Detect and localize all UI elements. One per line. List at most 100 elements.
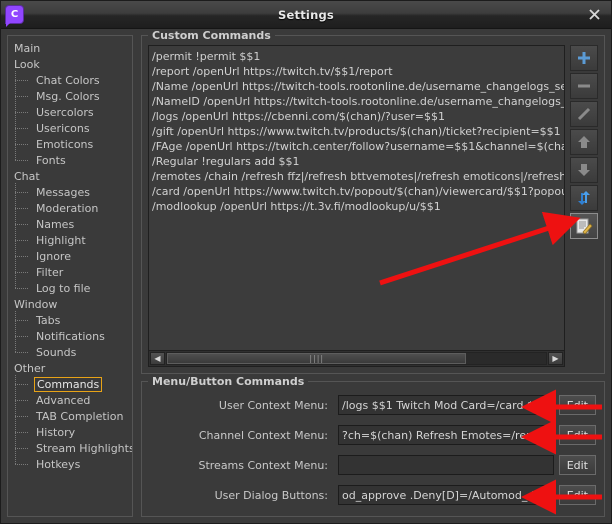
menu-command-row: User Context Menu: /logs $$1 Twitch Mod C…	[150, 394, 596, 416]
arrow-down-icon	[578, 164, 590, 176]
menu-command-edit-button[interactable]: Edit	[558, 395, 596, 415]
custom-commands-group: Custom Commands /permit !permit $$1/repo…	[141, 29, 605, 374]
sidebar-item-commands[interactable]: Commands	[8, 375, 132, 392]
sidebar-item-names[interactable]: Names	[8, 215, 132, 232]
custom-commands-list[interactable]: /permit !permit $$1/report /openUrl http…	[149, 46, 564, 350]
move-up-button[interactable]	[570, 129, 598, 155]
edit-command-button[interactable]	[570, 213, 598, 239]
menu-command-fields: User Context Menu: /logs $$1 Twitch Mod C…	[150, 394, 596, 506]
command-line[interactable]: /gift /openUrl https://www.twitch.tv/pro…	[152, 124, 564, 139]
scroll-left-icon[interactable]: ◀	[150, 352, 165, 365]
sidebar-item-msg-colors[interactable]: Msg. Colors	[8, 87, 132, 104]
sidebar-item-advanced[interactable]: Advanced	[8, 391, 132, 408]
sidebar-item-notifications[interactable]: Notifications	[8, 327, 132, 344]
tree-guide-icon	[12, 87, 34, 104]
scrollbar-thumb[interactable]: ||||	[167, 353, 467, 364]
sidebar-item-label: Usericons	[36, 121, 90, 135]
command-line[interactable]: /Name /openUrl https://twitch-tools.root…	[152, 79, 564, 94]
sidebar-item-usercolors[interactable]: Usercolors	[8, 103, 132, 120]
horizontal-scrollbar[interactable]: ◀ |||| ▶	[149, 350, 564, 366]
tree-guide-icon	[12, 391, 34, 408]
custom-commands-toolbar	[570, 45, 598, 367]
tree-guide-icon	[12, 455, 34, 472]
sidebar-item-ignore[interactable]: Ignore	[8, 247, 132, 264]
sidebar-item-hotkeys[interactable]: Hotkeys	[8, 455, 132, 472]
settings-body: Main Look Chat Colors Msg. Colors Usercolors…	[1, 29, 611, 523]
sidebar-item-chat[interactable]: Chat	[8, 168, 132, 184]
command-line[interactable]: /logs /openUrl https://cbenni.com/$(chan…	[152, 109, 564, 124]
remove-command-button[interactable]	[570, 73, 598, 99]
tree-guide-icon	[12, 151, 34, 168]
command-line[interactable]: /report /openUrl https://twitch.tv/$$1/r…	[152, 64, 564, 79]
sidebar-item-highlight[interactable]: Highlight	[8, 231, 132, 248]
command-line[interactable]: /NameID /openUrl https://twitch-tools.ro…	[152, 94, 564, 109]
sidebar-item-label: Ignore	[36, 249, 71, 263]
sidebar-item-label: Names	[36, 217, 75, 231]
menu-command-edit-button[interactable]: Edit	[558, 455, 596, 475]
tree-guide-icon	[12, 183, 34, 200]
scrollbar-track[interactable]: ||||	[166, 352, 547, 365]
menu-command-edit-button[interactable]: Edit	[558, 425, 596, 445]
tree-guide-icon	[12, 263, 34, 280]
sort-button[interactable]	[570, 185, 598, 211]
clear-command-button[interactable]	[570, 101, 598, 127]
menu-command-input[interactable]	[338, 455, 554, 475]
sidebar-item-history[interactable]: History	[8, 423, 132, 440]
move-down-button[interactable]	[570, 157, 598, 183]
tree-guide-icon	[12, 343, 34, 360]
command-line[interactable]: /FAge /openUrl https://twitch.center/fol…	[152, 139, 564, 154]
sidebar-item-window[interactable]: Window	[8, 296, 132, 312]
sidebar-item-label: Moderation	[36, 201, 99, 215]
sidebar-item-filter[interactable]: Filter	[8, 263, 132, 280]
sidebar-item-label: Highlight	[36, 233, 86, 247]
tree-guide-icon	[12, 71, 34, 88]
menu-button-commands-title: Menu/Button Commands	[148, 375, 309, 388]
sidebar-item-messages[interactable]: Messages	[8, 183, 132, 200]
command-line[interactable]: /card /openUrl https://www.twitch.tv/pop…	[152, 184, 564, 199]
sidebar-item-stream-highlights[interactable]: Stream Highlights	[8, 439, 132, 456]
slash-icon	[577, 107, 591, 121]
sidebar-item-main[interactable]: Main	[8, 40, 132, 56]
close-glyph	[588, 9, 600, 20]
sidebar-item-tabs[interactable]: Tabs	[8, 311, 132, 328]
command-line[interactable]: /modlookup /openUrl https://t.3v.fi/modl…	[152, 199, 564, 214]
sidebar-item-fonts[interactable]: Fonts	[8, 151, 132, 168]
sidebar-item-moderation[interactable]: Moderation	[8, 199, 132, 216]
sidebar-item-emoticons[interactable]: Emoticons	[8, 135, 132, 152]
sidebar-item-label: Chat Colors	[36, 73, 100, 87]
menu-command-edit-button[interactable]: Edit	[558, 485, 596, 505]
sidebar-item-label: Sounds	[36, 345, 77, 359]
sidebar-item-label: TAB Completion	[36, 409, 124, 423]
sidebar-item-tab-completion[interactable]: TAB Completion	[8, 407, 132, 424]
menu-command-input[interactable]: od_approve .Deny[D]=/Automod_deny	[338, 485, 554, 505]
menu-command-input[interactable]: ?ch=$(chan) Refresh Emotes=/remotes	[338, 425, 554, 445]
menu-command-input[interactable]: /logs $$1 Twitch Mod Card=/card $$1	[338, 395, 554, 415]
sidebar-item-label: Hotkeys	[36, 457, 81, 471]
menu-command-label: Channel Context Menu:	[198, 428, 328, 442]
tree-guide-icon	[12, 119, 34, 136]
sidebar-item-other[interactable]: Other	[8, 360, 132, 376]
scroll-right-icon[interactable]: ▶	[548, 352, 563, 365]
command-line[interactable]: /remotes /chain /refresh ffz|/refresh bt…	[152, 169, 564, 184]
menu-command-row: User Dialog Buttons: od_approve .Deny[D]=…	[150, 484, 596, 506]
sidebar-item-look[interactable]: Look	[8, 56, 132, 72]
add-command-button[interactable]	[570, 45, 598, 71]
sidebar-item-sounds[interactable]: Sounds	[8, 343, 132, 360]
menu-command-label: User Context Menu:	[218, 398, 328, 412]
command-line[interactable]: /permit !permit $$1	[152, 49, 564, 64]
menu-button-commands-group: Menu/Button Commands User Context Menu: /…	[141, 375, 605, 517]
minus-icon	[578, 84, 590, 88]
sidebar-item-chat-colors[interactable]: Chat Colors	[8, 71, 132, 88]
command-line[interactable]: /Regular !regulars add $$1	[152, 154, 564, 169]
sidebar-item-usericons[interactable]: Usericons	[8, 119, 132, 136]
tree-guide-icon	[12, 247, 34, 264]
tree-guide-icon	[12, 311, 34, 328]
settings-main-panel: Custom Commands /permit !permit $$1/repo…	[141, 29, 605, 517]
sort-arrows-icon	[578, 191, 590, 205]
menu-command-label: User Dialog Buttons:	[214, 488, 328, 502]
tree-guide-icon	[12, 423, 34, 440]
close-icon[interactable]	[586, 7, 602, 23]
tree-guide-icon	[12, 215, 34, 232]
sidebar-item-log-to-file[interactable]: Log to file	[8, 279, 132, 296]
settings-category-tree[interactable]: Main Look Chat Colors Msg. Colors Usercolors…	[7, 35, 133, 517]
